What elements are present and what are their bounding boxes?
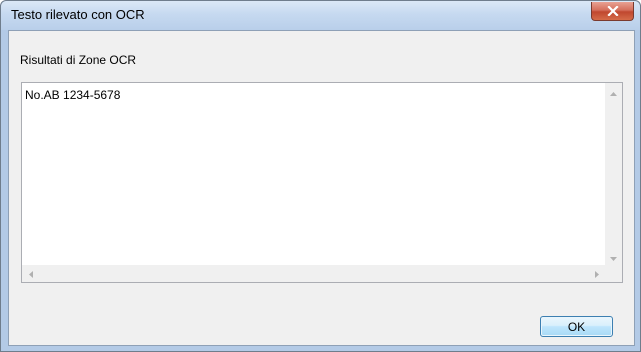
arrow-right-icon: [594, 265, 599, 283]
scrollbar-corner: [605, 265, 622, 282]
ocr-result-textarea[interactable]: No.AB 1234-5678: [21, 82, 623, 283]
ocr-result-text: No.AB 1234-5678: [25, 88, 121, 102]
scroll-down-button[interactable]: [605, 248, 622, 265]
close-button[interactable]: [591, 2, 634, 21]
scroll-right-button[interactable]: [588, 265, 605, 282]
dialog-client-area: Risultati di Zone OCR No.AB 1234-5678 OK: [8, 30, 635, 346]
dialog-window: Testo rilevato con OCR Risultati di Zone…: [0, 0, 641, 352]
ocr-results-label: Risultati di Zone OCR: [20, 53, 137, 67]
arrow-left-icon: [28, 265, 33, 283]
horizontal-scrollbar[interactable]: [22, 265, 605, 282]
vertical-scrollbar[interactable]: [605, 83, 622, 265]
textarea-content[interactable]: No.AB 1234-5678: [22, 83, 604, 264]
arrow-down-icon: [610, 248, 617, 266]
ok-button[interactable]: OK: [540, 316, 613, 337]
scroll-up-button[interactable]: [605, 83, 622, 100]
window-title: Testo rilevato con OCR: [11, 7, 145, 22]
arrow-up-icon: [610, 83, 617, 101]
title-bar[interactable]: Testo rilevato con OCR: [1, 1, 640, 30]
scroll-left-button[interactable]: [22, 265, 39, 282]
close-icon: [606, 6, 619, 16]
